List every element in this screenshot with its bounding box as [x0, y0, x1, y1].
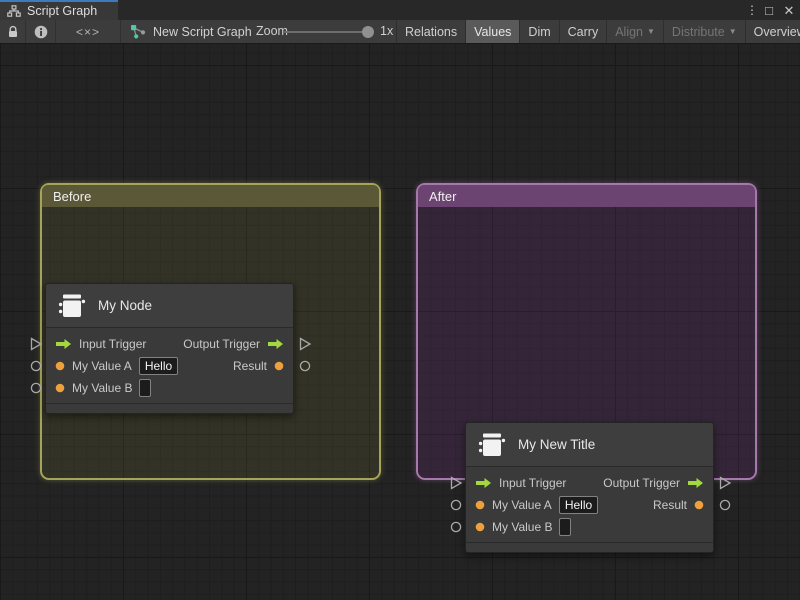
group-before-title: Before: [53, 188, 92, 204]
external-value-b-port[interactable]: [450, 521, 462, 533]
info-icon: [34, 25, 47, 38]
value-b-label: My Value B: [492, 520, 553, 534]
value-b-row: My Value B: [466, 516, 713, 538]
dim-button[interactable]: Dim: [519, 20, 558, 43]
carry-button[interactable]: Carry: [558, 20, 607, 43]
zoom-control: Zoom 1x: [256, 20, 396, 43]
external-value-b-port[interactable]: [30, 382, 42, 394]
lock-button[interactable]: [0, 20, 26, 43]
node-body: Input Trigger Output Trigger My Value A …: [46, 328, 293, 403]
external-result-port[interactable]: [299, 360, 311, 372]
distribute-label: Distribute: [671, 24, 725, 39]
tab-script-graph[interactable]: Script Graph: [0, 0, 118, 20]
value-port-icon[interactable]: [475, 522, 485, 532]
align-dropdown[interactable]: Align ▼: [606, 20, 663, 43]
value-b-input[interactable]: [559, 518, 572, 536]
external-output-trigger-port[interactable]: [298, 337, 312, 351]
node-header[interactable]: My Node: [46, 284, 293, 328]
maximize-icon[interactable]: □: [761, 1, 777, 19]
script-graph-window: Script Graph ⋮ □ ✕ <×> New Script Graph …: [0, 0, 800, 600]
external-input-trigger-port[interactable]: [449, 476, 463, 490]
values-button[interactable]: Values: [465, 20, 520, 43]
value-port-icon[interactable]: [55, 383, 65, 393]
window-menu-icon[interactable]: ⋮: [746, 1, 758, 19]
unit-node-icon: [58, 294, 86, 317]
value-a-input[interactable]: Hello: [558, 496, 599, 514]
value-b-input[interactable]: [139, 379, 152, 397]
result-label: Result: [652, 498, 687, 512]
input-trigger-arrow-icon[interactable]: [475, 477, 492, 489]
external-value-a-port[interactable]: [450, 499, 462, 511]
tab-title: Script Graph: [27, 4, 98, 18]
node-title: My Node: [98, 298, 153, 313]
window-titlebar: Script Graph ⋮ □ ✕: [0, 0, 800, 20]
node-my-new-title[interactable]: My New Title Input Trigger Output Trigge…: [450, 422, 732, 553]
group-after-title: After: [429, 188, 457, 204]
value-a-label: My Value A: [72, 359, 132, 373]
graph-toolbar: <×> New Script Graph Zoom 1x Relations V…: [0, 20, 800, 44]
value-a-row: My Value A Hello Result: [466, 494, 713, 516]
value-port-icon[interactable]: [475, 500, 485, 510]
group-after-header[interactable]: After: [418, 185, 755, 207]
input-trigger-label: Input Trigger: [79, 337, 147, 351]
input-trigger-label: Input Trigger: [499, 476, 567, 490]
zoom-slider[interactable]: [284, 26, 374, 38]
output-trigger-label: Output Trigger: [603, 476, 680, 490]
code-icon: <×>: [75, 24, 101, 39]
value-a-row: My Value A Hello Result: [46, 355, 293, 377]
relations-button[interactable]: Relations: [396, 20, 465, 43]
input-trigger-arrow-icon[interactable]: [55, 338, 72, 350]
output-trigger-arrow-icon[interactable]: [267, 338, 284, 350]
distribute-dropdown[interactable]: Distribute ▼: [662, 20, 745, 43]
node-footer: [46, 403, 293, 413]
value-b-row: My Value B: [46, 377, 293, 399]
dropdown-arrow-icon: ▼: [647, 27, 655, 36]
result-label: Result: [232, 359, 267, 373]
info-button[interactable]: [26, 20, 56, 43]
dropdown-arrow-icon: ▼: [728, 27, 737, 36]
overview-button[interactable]: Overview: [744, 20, 800, 43]
node-footer: [466, 542, 713, 552]
code-view-button[interactable]: <×>: [56, 20, 121, 43]
external-input-trigger-port[interactable]: [29, 337, 43, 351]
node-my-node[interactable]: My Node Input Trigger Output Trigger My …: [30, 283, 312, 414]
result-port-icon[interactable]: [274, 361, 284, 371]
value-a-input[interactable]: Hello: [138, 357, 179, 375]
align-label: Align: [615, 24, 643, 39]
graph-hierarchy-icon: [7, 5, 21, 17]
zoom-value: 1x: [380, 24, 394, 38]
toolbar-toggle-group: Relations Values Dim Carry Align ▼ Distr…: [396, 20, 800, 43]
graph-name-label: New Script Graph: [153, 24, 252, 39]
node-title: My New Title: [518, 437, 596, 452]
close-icon[interactable]: ✕: [781, 1, 797, 19]
trigger-row: Input Trigger Output Trigger: [466, 472, 713, 494]
unit-node-icon: [478, 433, 506, 456]
node-body: Input Trigger Output Trigger My Value A …: [466, 467, 713, 542]
output-trigger-arrow-icon[interactable]: [687, 477, 704, 489]
group-before-header[interactable]: Before: [42, 185, 379, 207]
lock-icon: [8, 25, 17, 37]
trigger-row: Input Trigger Output Trigger: [46, 333, 293, 355]
external-output-trigger-port[interactable]: [718, 476, 732, 490]
value-port-icon[interactable]: [55, 361, 65, 371]
zoom-slider-handle[interactable]: [362, 26, 374, 38]
external-result-port[interactable]: [719, 499, 731, 511]
value-b-label: My Value B: [72, 381, 133, 395]
window-controls: ⋮ □ ✕: [746, 0, 797, 20]
external-value-a-port[interactable]: [30, 360, 42, 372]
graph-canvas[interactable]: Before After My Node Input Trigger Outpu…: [0, 44, 800, 600]
value-a-label: My Value A: [492, 498, 552, 512]
output-trigger-label: Output Trigger: [183, 337, 260, 351]
result-port-icon[interactable]: [694, 500, 704, 510]
node-header[interactable]: My New Title: [466, 423, 713, 467]
script-graph-icon: [131, 25, 146, 39]
graph-name-chip[interactable]: New Script Graph: [130, 20, 252, 43]
